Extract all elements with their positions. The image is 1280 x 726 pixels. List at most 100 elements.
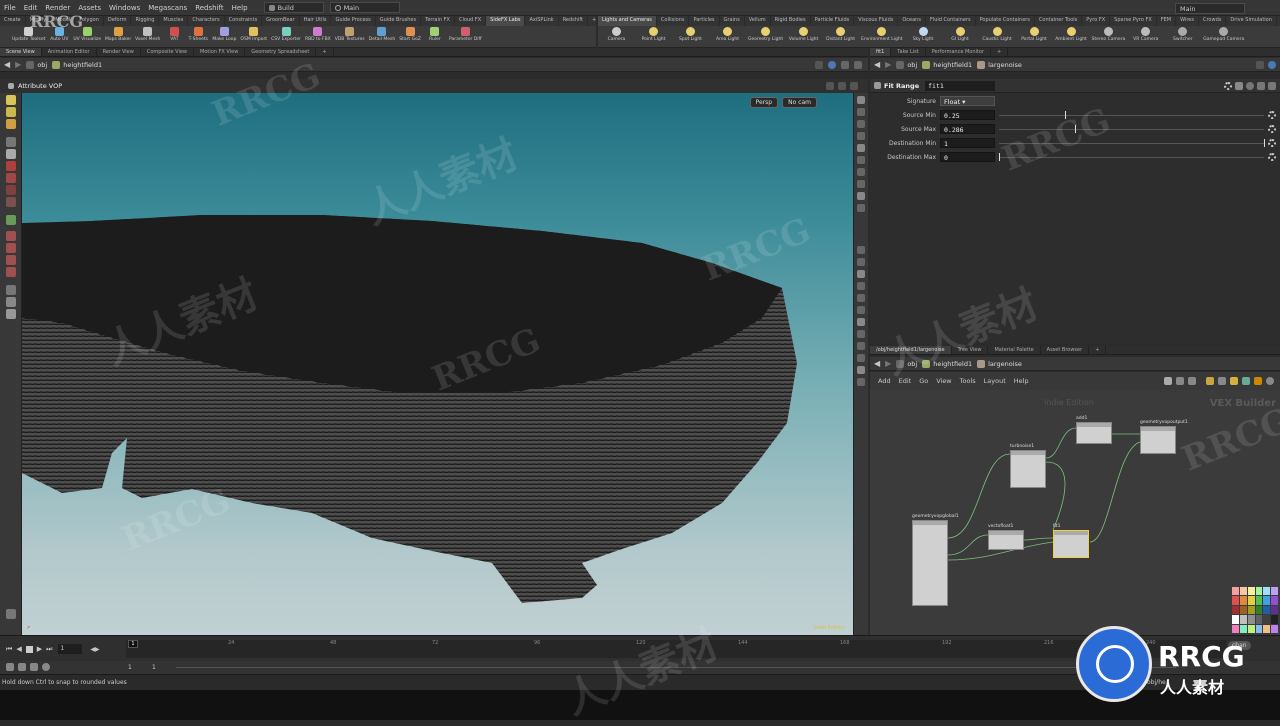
desktop-selector[interactable]: Build [263, 2, 324, 13]
tab-performance-monitor[interactable]: Performance Monitor [926, 48, 991, 56]
net-path-child[interactable]: largenoise [977, 359, 1022, 368]
tool-uv-visualize[interactable]: UV Visualize [71, 26, 103, 47]
shelf-tab-muscles[interactable]: Muscles [159, 16, 189, 26]
palette-swatch[interactable] [1247, 587, 1255, 596]
lock-icon[interactable] [857, 120, 865, 128]
camera-icon[interactable] [857, 132, 865, 140]
gear-icon[interactable] [1268, 125, 1276, 133]
palette-swatch[interactable] [1255, 587, 1263, 596]
shadow-icon[interactable] [857, 318, 865, 326]
view-tool-icon[interactable] [5, 197, 16, 207]
light2-icon[interactable] [857, 378, 865, 386]
net-menu-view[interactable]: View [936, 377, 951, 385]
texture-icon[interactable] [857, 306, 865, 314]
palette-swatch[interactable] [1232, 596, 1239, 605]
net-menu-layout[interactable]: Layout [984, 377, 1006, 385]
channel-button[interactable]: chan [1228, 641, 1251, 650]
help-icon[interactable] [850, 82, 858, 90]
snap-prim-icon[interactable] [5, 243, 16, 253]
palette-swatch[interactable] [1232, 624, 1239, 633]
tool-ruler[interactable]: Ruler [423, 26, 447, 47]
shelf-tab-container-tools[interactable]: Container Tools [1035, 16, 1083, 26]
parm-field-destination-min[interactable]: 1 [940, 138, 995, 148]
path-root[interactable]: obj [26, 60, 47, 69]
shelf-tab-rigging[interactable]: Rigging [131, 16, 160, 26]
add-tab-icon[interactable]: + [991, 48, 1009, 56]
gear-icon[interactable] [1268, 153, 1276, 161]
shelf-tab-wires[interactable]: Wires [1176, 16, 1199, 26]
shelf-tab-fluid-containers[interactable]: Fluid Containers [926, 16, 976, 26]
palette-swatch[interactable] [1271, 605, 1278, 615]
tool-stereo-camera[interactable]: Stereo Camera [1090, 26, 1128, 47]
tool-volume-light[interactable]: Volume Light [785, 26, 822, 47]
palette-swatch[interactable] [1232, 605, 1239, 615]
palette-swatch[interactable] [1239, 615, 1247, 624]
loop-icon[interactable] [30, 663, 38, 671]
viewport[interactable]: Persp No cam Indie Edition ↗ [22, 93, 853, 635]
shelf-tab-collisions[interactable]: Collisions [657, 16, 690, 26]
scope-icon[interactable] [18, 663, 26, 671]
tool-area-light[interactable]: Area Light [709, 26, 746, 47]
shelf-tab-sparse-pyro-fx[interactable]: Sparse Pyro FX [1110, 16, 1157, 26]
tool-distant-light[interactable]: Distant Light [822, 26, 859, 47]
add-tab-icon[interactable]: + [316, 48, 334, 56]
range-slider[interactable] [176, 667, 1176, 668]
forward-arrow-icon[interactable]: ▶ [15, 60, 21, 69]
range-start[interactable]: 1 [128, 664, 132, 671]
tool-ambient-light[interactable]: Ambient Light [1053, 26, 1090, 47]
timeline-ruler[interactable]: 1 24 48 72 96 120 144 168 192 216 240 [126, 640, 1226, 658]
label-icon[interactable] [857, 342, 865, 350]
search-icon[interactable] [1266, 377, 1274, 385]
menu-redshift[interactable]: Redshift [191, 4, 227, 12]
bottom-tool-icon[interactable] [6, 609, 16, 619]
palette-swatch[interactable] [1239, 624, 1247, 633]
shelf-tab-terrain-fx[interactable]: Terrain FX [421, 16, 455, 26]
last-frame-icon[interactable]: ⏭ [46, 645, 52, 654]
menu-windows[interactable]: Windows [105, 4, 144, 12]
palette-swatch[interactable] [1239, 587, 1247, 596]
grid-icon[interactable] [857, 282, 865, 290]
shelf-tab-deform[interactable]: Deform [104, 16, 132, 26]
shelf-tab-sidefx-labs[interactable]: SideFX Labs [486, 16, 526, 26]
float-icon[interactable] [854, 60, 862, 69]
shelf-tab-hair-utils[interactable]: Hair Utils [300, 16, 332, 26]
tab-geometry-spreadsheet[interactable]: Geometry Spreadsheet [245, 48, 317, 56]
palette-swatch[interactable] [1239, 605, 1247, 615]
grid-view-icon[interactable] [1206, 377, 1214, 385]
shelf-tab-vellum[interactable]: Vellum [745, 16, 771, 26]
shelf-tab-drive-simulation[interactable]: Drive Simulation [1226, 16, 1277, 26]
net-menu-go[interactable]: Go [919, 377, 928, 385]
tool-environment-light[interactable]: Environment Light [859, 26, 904, 47]
dot-icon[interactable] [1254, 377, 1262, 385]
vector-icon[interactable] [857, 270, 865, 278]
tool-detail-mesh[interactable]: Detail Mesh [367, 26, 398, 47]
shelf-tab-oceans[interactable]: Oceans [898, 16, 926, 26]
select-tool-icon[interactable] [5, 95, 16, 105]
palette-swatch[interactable] [1255, 615, 1263, 624]
realtime-icon[interactable] [42, 663, 50, 671]
tool-spot-light[interactable]: Spot Light [672, 26, 709, 47]
tab-scene-view[interactable]: Scene View [0, 48, 42, 56]
tree-icon[interactable] [1176, 377, 1184, 385]
tab-render-view[interactable]: Render View [97, 48, 141, 56]
net-menu-help[interactable]: Help [1014, 377, 1029, 385]
net-path-node[interactable]: heightfield1 [922, 359, 972, 368]
shelf-tab-viscous-fluids[interactable]: Viscous Fluids [854, 16, 899, 26]
shelf-tab-characters[interactable]: Characters [188, 16, 225, 26]
parm-forward-icon[interactable]: ▶ [885, 60, 891, 69]
shelf-tab-lights-and-cameras[interactable]: Lights and Cameras [598, 16, 657, 26]
net-forward-icon[interactable]: ▶ [885, 359, 891, 368]
link-icon[interactable] [828, 60, 836, 69]
tab-obj-heightfield1-largenoise[interactable]: /obj/heightfield1/largenoise [870, 346, 952, 354]
path-node[interactable]: heightfield1 [52, 60, 102, 69]
first-frame-icon[interactable]: ⏮ [6, 645, 12, 654]
parm-menu-signature[interactable]: Float ▾ [940, 96, 995, 106]
shelf-tab-particle-fluids[interactable]: Particle Fluids [811, 16, 855, 26]
fog-icon[interactable] [857, 330, 865, 338]
move-tool-icon[interactable] [5, 107, 16, 117]
abc-icon[interactable] [857, 354, 865, 362]
palette-swatch[interactable] [1263, 596, 1271, 605]
render-region-icon[interactable] [5, 309, 16, 319]
tool-osm-import[interactable]: OSM Import [238, 26, 269, 47]
palette-swatch[interactable] [1271, 596, 1278, 605]
